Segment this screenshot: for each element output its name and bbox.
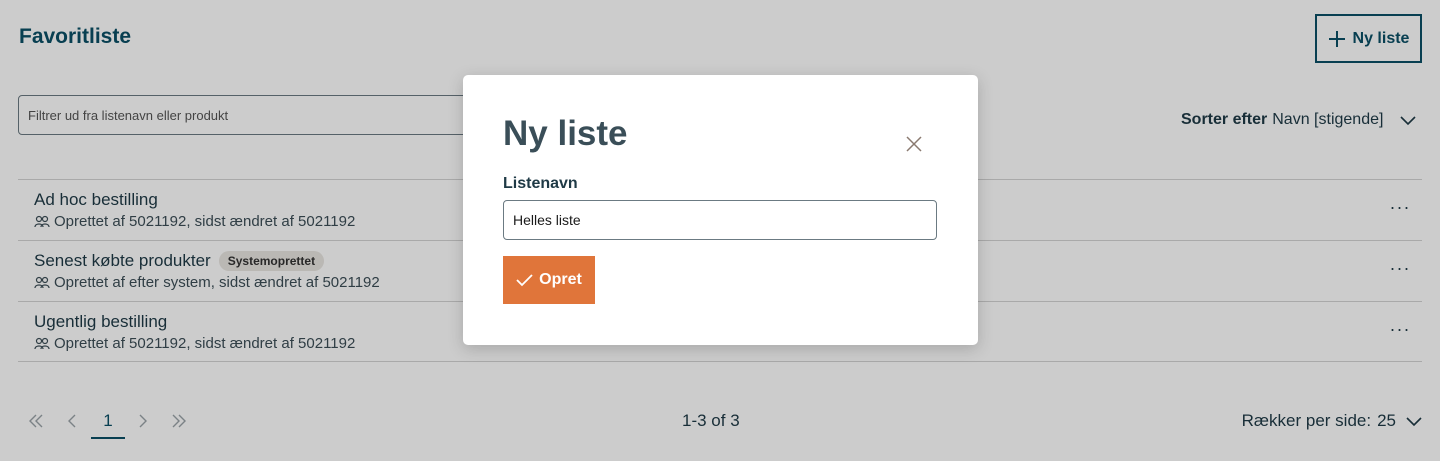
list-name-label: Listenavn <box>503 175 578 192</box>
list-name-input[interactable] <box>503 200 937 240</box>
create-button-label: Opret <box>539 271 582 288</box>
new-list-dialog: Ny liste Listenavn Opret <box>463 75 978 345</box>
create-button[interactable]: Opret <box>503 256 595 304</box>
dialog-title: Ny liste <box>503 114 628 153</box>
check-icon <box>516 274 533 287</box>
close-icon[interactable] <box>904 134 924 154</box>
